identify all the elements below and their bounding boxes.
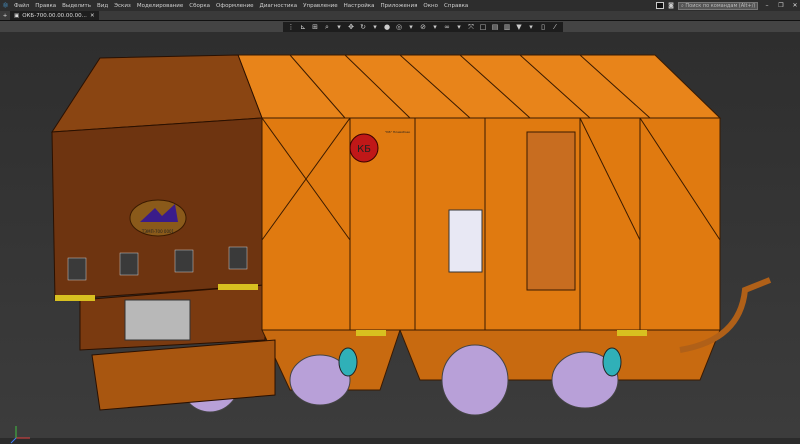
kb-badge-text: КБ: [357, 144, 371, 155]
shaded-icon[interactable]: ●: [383, 23, 391, 31]
minimize-button[interactable]: –: [762, 2, 772, 9]
menu-diagnostics[interactable]: Диагностика: [257, 3, 301, 9]
display-mode-icon[interactable]: ◎: [395, 23, 403, 31]
3d-viewport[interactable]: КБ "КБ" Пламябоек ТЭМП-700 0001: [0, 32, 800, 444]
grip-icon[interactable]: ⋮: [287, 23, 295, 31]
menu-edit[interactable]: Правка: [32, 3, 59, 9]
menu-control[interactable]: Управление: [300, 3, 341, 9]
command-search-input[interactable]: ⌕ Поиск по командам (Alt+/): [678, 1, 758, 10]
menu-sketch[interactable]: Эскиз: [111, 3, 134, 9]
menu-help[interactable]: Справка: [441, 3, 471, 9]
menu-file[interactable]: Файл: [11, 3, 32, 9]
menu-modeling[interactable]: Моделирование: [134, 3, 186, 9]
wagon-model: КБ "КБ" Пламябоек ТЭМП-700 0001: [51, 54, 772, 416]
dropdown-icon[interactable]: ▾: [431, 23, 439, 31]
restore-button[interactable]: ❐: [776, 2, 786, 9]
body-side: [261, 117, 721, 331]
dropdown-icon[interactable]: ▾: [527, 23, 535, 31]
new-tab-button[interactable]: +: [0, 13, 10, 19]
search-placeholder: Поиск по командам (Alt+/): [685, 2, 756, 9]
menu-bar: ⚛ Файл Правка Выделить Вид Эскиз Моделир…: [0, 0, 800, 11]
dropdown-icon[interactable]: ▾: [407, 23, 415, 31]
close-button[interactable]: ✕: [790, 2, 800, 9]
tab-close-icon[interactable]: ✕: [90, 13, 95, 19]
menu-select[interactable]: Выделить: [59, 3, 94, 9]
dropdown-icon[interactable]: ▾: [371, 23, 379, 31]
dropdown-icon[interactable]: ▾: [335, 23, 343, 31]
dropdown-icon[interactable]: ▾: [455, 23, 463, 31]
pan-icon[interactable]: ✥: [347, 23, 355, 31]
menu-view[interactable]: Вид: [94, 3, 111, 9]
orient-icon[interactable]: ⊾: [299, 23, 307, 31]
tab-label: ОКБ-700.00.00.00.00...: [22, 12, 87, 19]
assembly-icon: ▣: [14, 12, 20, 19]
document-tab[interactable]: ▣ ОКБ-700.00.00.00.00... ✕: [10, 11, 99, 20]
layer-icon[interactable]: ▤: [491, 23, 499, 31]
section-icon[interactable]: ⊘: [419, 23, 427, 31]
window: [448, 209, 483, 273]
filter-icon[interactable]: ▼: [515, 23, 523, 31]
measure-icon[interactable]: ⁄: [551, 23, 559, 31]
menu-window[interactable]: Окно: [420, 3, 441, 9]
roof: [237, 54, 722, 119]
front-buffer-beam: [91, 339, 276, 411]
app-logo-icon[interactable]: ⚛: [0, 0, 11, 11]
camera-icon[interactable]: ◙: [668, 2, 674, 9]
engine-unit: [124, 299, 191, 341]
zoom-icon[interactable]: ⌕: [323, 23, 331, 32]
plate-text: "КБ" Пламябоек: [385, 130, 411, 134]
cab-logo-text: ТЭМП-700 0001: [141, 229, 175, 234]
window-icon[interactable]: □: [479, 23, 487, 31]
fit-icon[interactable]: ⤧: [467, 23, 475, 32]
panel-toggle-icon[interactable]: [656, 2, 665, 9]
door: [526, 131, 576, 291]
document-tabs: + ▣ ОКБ-700.00.00.00.00... ✕: [0, 11, 800, 20]
menu-settings[interactable]: Настройка: [341, 3, 378, 9]
menu-assembly[interactable]: Сборка: [186, 3, 213, 9]
properties-icon[interactable]: ▯: [539, 23, 547, 31]
view-normal-icon[interactable]: ⊞: [311, 23, 319, 31]
hide-icon[interactable]: ∞: [443, 23, 451, 31]
menu-formatting[interactable]: Оформление: [213, 3, 257, 9]
view-toolbar: ⋮ ⊾ ⊞ ⌕ ▾ ✥ ↻ ▾ ● ◎ ▾ ⊘ ▾ ∞ ▾ ⤧ □ ▤ ▥ ▼ …: [0, 20, 800, 32]
rotate-icon[interactable]: ↻: [359, 23, 367, 31]
menu-apps[interactable]: Приложения: [378, 3, 421, 9]
sheet-icon[interactable]: ▥: [503, 23, 511, 31]
